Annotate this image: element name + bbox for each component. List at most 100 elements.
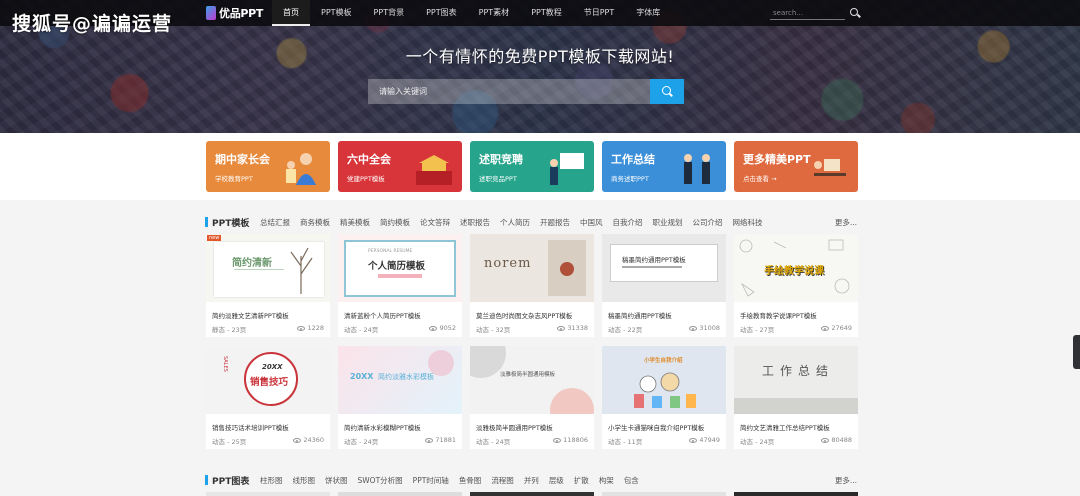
template-card[interactable]: norem 莫兰迪色时尚图文杂志风PPT模板 动态 - 32页 31338 <box>470 234 594 337</box>
tag-link[interactable]: 个人简历 <box>500 217 530 228</box>
site-logo[interactable]: 优品PPT <box>206 5 263 21</box>
card-title[interactable]: 莫兰迪色时尚图文杂志风PPT模板 <box>476 310 590 320</box>
hero-search-input[interactable]: 请输入关键词 <box>368 79 650 104</box>
template-card[interactable]: 工作总结 简约文艺清雅工作总结PPT模板 动态 - 24页 80488 <box>734 346 858 449</box>
chart-thumbnail-peek[interactable] <box>734 492 858 496</box>
nav-item-ppt-tutorials[interactable]: PPT教程 <box>520 0 573 26</box>
tag-link[interactable]: 构架 <box>599 475 614 486</box>
tag-link[interactable]: 述职报告 <box>460 217 490 228</box>
side-float-handle[interactable] <box>1073 335 1080 369</box>
view-count: 31338 <box>567 324 588 332</box>
template-card[interactable]: new 简约清新 简约淡雅文艺清新PPT模板 静态 - 23页 1228 <box>206 234 330 337</box>
category-title: 六中全会 <box>347 153 391 166</box>
section-tags: 总结汇报 商务模板 精美模板 简约模板 论文答辩 述职报告 个人简历 开题报告 … <box>260 217 773 228</box>
template-card[interactable]: 20XX 简约淡雅水彩模板 简约清新水彩模糊PPT模板 动态 - 24页 718… <box>338 346 462 449</box>
tag-link[interactable]: 流程图 <box>491 475 514 486</box>
thumbnail-text: 简约清新 <box>232 258 272 269</box>
new-badge: new <box>207 235 222 241</box>
template-thumbnail[interactable]: PERSONAL RESUME 个人简历模板 <box>338 234 462 302</box>
chart-thumbnail-peek[interactable] <box>602 492 726 496</box>
template-card[interactable]: 淡雅极简半圆通用模板 淡雅极简半圆通用PPT模板 动态 - 24页 118806 <box>470 346 594 449</box>
card-meta: 动态 - 24页 <box>344 438 379 446</box>
tag-link[interactable]: 层级 <box>549 475 564 486</box>
tag-link[interactable]: 柱形图 <box>260 475 283 486</box>
tag-link[interactable]: 总结汇报 <box>260 217 290 228</box>
nav-item-ppt-backgrounds[interactable]: PPT背景 <box>363 0 416 26</box>
nav-item-home[interactable]: 首页 <box>272 0 310 26</box>
card-title[interactable]: 销售技巧话术培训PPT模板 <box>212 422 326 432</box>
logo-mark-icon <box>206 6 216 20</box>
tag-link[interactable]: 公司介绍 <box>693 217 723 228</box>
template-card[interactable]: 手绘教学说课 手绘教育教学说课PPT模板 动态 - 27页 27649 <box>734 234 858 337</box>
chart-thumbnail-peek[interactable] <box>206 492 330 496</box>
card-views: 24360 <box>293 436 324 444</box>
template-card[interactable]: 20XX 销售技巧 SALES 销售技巧话术培训PPT模板 动态 - 25页 2… <box>206 346 330 449</box>
card-title[interactable]: 手绘教育教学说课PPT模板 <box>740 310 854 320</box>
desk-illustration-icon <box>814 159 846 176</box>
template-thumbnail[interactable]: 淡雅极简半圆通用模板 <box>470 346 594 414</box>
view-count: 27649 <box>831 324 852 332</box>
card-title[interactable]: 淡雅极简半圆通用PPT模板 <box>476 422 590 432</box>
nav-item-ppt-charts[interactable]: PPT图表 <box>415 0 468 26</box>
template-thumbnail[interactable]: 小学生自我介绍 <box>602 346 726 414</box>
nav-item-holiday-ppt[interactable]: 节日PPT <box>573 0 626 26</box>
nav-item-ppt-materials[interactable]: PPT素材 <box>468 0 521 26</box>
tag-link[interactable]: 网络科技 <box>733 217 763 228</box>
category-card-work-summary[interactable]: 工作总结 商务述职PPT <box>602 141 726 192</box>
template-thumbnail[interactable]: new 简约清新 <box>206 234 330 302</box>
template-thumbnail[interactable]: norem <box>470 234 594 302</box>
template-thumbnail[interactable]: 20XX 销售技巧 SALES <box>206 346 330 414</box>
tag-link[interactable]: 简约模板 <box>380 217 410 228</box>
category-card-job-report[interactable]: 述职竞聘 述职竞品PPT <box>470 141 594 192</box>
tag-link[interactable]: 自我介绍 <box>613 217 643 228</box>
tag-link[interactable]: SWOT分析图 <box>358 475 403 486</box>
category-title: 述职竞聘 <box>479 153 523 166</box>
card-title[interactable]: 简约淡雅文艺清新PPT模板 <box>212 310 326 320</box>
tag-link[interactable]: 线形图 <box>293 475 316 486</box>
card-title[interactable]: 清新蓝粉个人简历PPT模板 <box>344 310 458 320</box>
template-card[interactable]: 小学生自我介绍 小学生卡通猫咪自我介绍PPT模板 动态 - 11页 47949 <box>602 346 726 449</box>
template-card[interactable]: PERSONAL RESUME 个人简历模板 清新蓝粉个人简历PPT模板 动态 … <box>338 234 462 337</box>
tag-link[interactable]: 饼状图 <box>325 475 348 486</box>
template-thumbnail[interactable]: 手绘教学说课 <box>734 234 858 302</box>
tag-link[interactable]: 精美模板 <box>340 217 370 228</box>
nav-item-ppt-templates[interactable]: PPT模板 <box>310 0 363 26</box>
section-title[interactable]: PPT图表 <box>212 474 249 487</box>
card-title[interactable]: 简约文艺清雅工作总结PPT模板 <box>740 422 854 432</box>
hero-search-button[interactable] <box>650 79 684 104</box>
card-title[interactable]: 简约清新水彩模糊PPT模板 <box>344 422 458 432</box>
tag-link[interactable]: 中国风 <box>580 217 603 228</box>
more-link[interactable]: 更多... <box>835 217 857 228</box>
tag-link[interactable]: 包含 <box>624 475 639 486</box>
tag-link[interactable]: 鱼骨图 <box>459 475 482 486</box>
section-title[interactable]: PPT模板 <box>212 216 249 229</box>
template-thumbnail[interactable]: 20XX 简约淡雅水彩模板 <box>338 346 462 414</box>
tag-link[interactable]: 扩散 <box>574 475 589 486</box>
card-views: 118806 <box>553 436 588 444</box>
tag-link[interactable]: 商务模板 <box>300 217 330 228</box>
view-count: 80488 <box>831 436 852 444</box>
category-card-plenary-session[interactable]: 六中全会 党建PPT模板 <box>338 141 462 192</box>
chart-thumbnail-peek[interactable] <box>338 492 462 496</box>
chart-thumbnail-peek[interactable] <box>470 492 594 496</box>
card-title[interactable]: 小学生卡通猫咪自我介绍PPT模板 <box>608 422 722 432</box>
search-icon[interactable] <box>850 8 858 16</box>
category-title: 期中家长会 <box>215 153 270 166</box>
template-thumbnail[interactable]: 工作总结 <box>734 346 858 414</box>
tag-link[interactable]: PPT时间轴 <box>413 475 449 486</box>
tag-link[interactable]: 职业规划 <box>653 217 683 228</box>
view-count: 118806 <box>563 436 588 444</box>
eye-icon <box>689 437 698 443</box>
template-card[interactable]: 稿墨简约通用PPT模板 稿墨简约通用PPT模板 动态 - 22页 31008 <box>602 234 726 337</box>
template-thumbnail[interactable]: 稿墨简约通用PPT模板 <box>602 234 726 302</box>
category-card-more-ppt[interactable]: 更多精美PPT 点击查看 → <box>734 141 858 192</box>
nav-item-fonts[interactable]: 字体库 <box>625 0 671 26</box>
top-search-input[interactable]: search... <box>770 7 845 20</box>
category-card-parent-meeting[interactable]: 期中家长会 学校教育PPT <box>206 141 330 192</box>
tag-link[interactable]: 开题报告 <box>540 217 570 228</box>
more-link[interactable]: 更多... <box>835 475 857 486</box>
view-count: 9052 <box>439 324 456 332</box>
tag-link[interactable]: 并列 <box>524 475 539 486</box>
tag-link[interactable]: 论文答辩 <box>420 217 450 228</box>
card-title[interactable]: 稿墨简约通用PPT模板 <box>608 310 722 320</box>
